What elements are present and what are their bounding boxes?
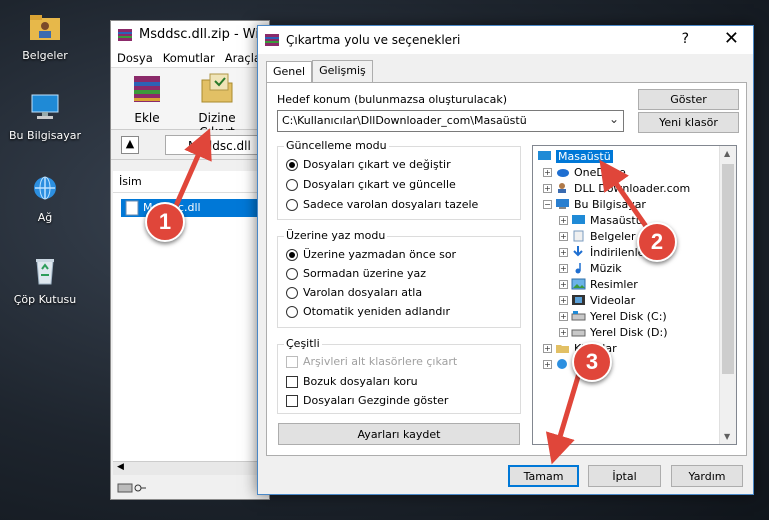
arrow-3 xyxy=(545,369,583,465)
step-badge-2: 2 xyxy=(637,222,677,262)
arrow-2 xyxy=(599,159,653,234)
step-badge-3: 3 xyxy=(572,342,612,382)
arrow-1 xyxy=(172,128,212,210)
step-badge-1: 1 xyxy=(145,202,185,242)
